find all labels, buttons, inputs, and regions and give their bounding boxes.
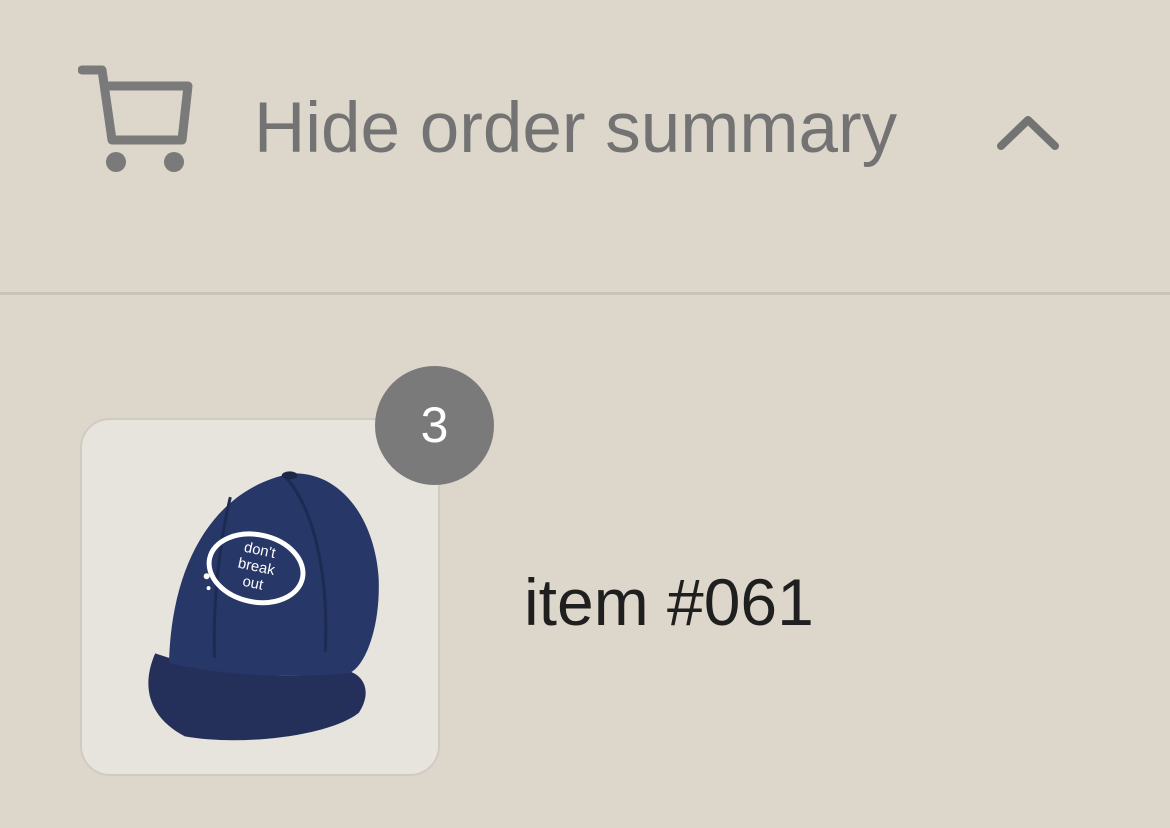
order-summary-label: Hide order summary bbox=[254, 89, 898, 168]
quantity-badge: 3 bbox=[375, 366, 494, 485]
line-item: don't break out 3 item #061 bbox=[0, 296, 1170, 828]
cart-icon bbox=[78, 65, 193, 172]
checkout-page: Hide order summary don't break out 3 ite… bbox=[0, 0, 1170, 828]
order-summary-toggle[interactable]: Hide order summary bbox=[0, 0, 1170, 293]
chevron-up-icon bbox=[997, 116, 1059, 150]
divider bbox=[0, 292, 1170, 295]
navy-cap-image: don't break out bbox=[82, 420, 438, 774]
product-image: don't break out bbox=[80, 418, 440, 776]
product-name: item #061 bbox=[524, 565, 814, 639]
